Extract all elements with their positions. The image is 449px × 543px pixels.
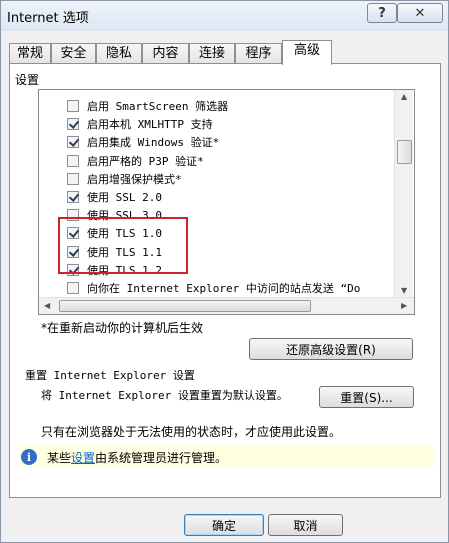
setting-label: 启用集成 Windows 验证*: [87, 136, 220, 150]
tab-privacy[interactable]: 隐私: [96, 43, 142, 64]
setting-checkbox[interactable]: [67, 118, 79, 131]
settings-list-item[interactable]: 使用 TLS 1.0: [67, 224, 162, 242]
help-button[interactable]: ?: [367, 3, 397, 23]
managed-suffix: 由系统管理员进行管理。: [95, 450, 228, 465]
settings-vertical-scrollbar[interactable]: ▲ ▼: [394, 90, 413, 300]
setting-label: 使用 SSL 2.0: [87, 191, 162, 204]
reset-section-title: 重置 Internet Explorer 设置: [25, 369, 195, 382]
managed-settings-infobar: i 某些 设置 由系统管理员进行管理。: [19, 446, 434, 468]
setting-checkbox[interactable]: [67, 227, 79, 240]
settings-list-item[interactable]: 使用 TLS 1.1: [67, 243, 162, 261]
settings-list-item[interactable]: 启用严格的 P3P 验证*: [67, 152, 204, 170]
settings-group-label: 设置: [15, 73, 40, 87]
settings-list-item[interactable]: 启用集成 Windows 验证*: [67, 133, 219, 151]
internet-options-dialog: Internet 选项 ? ✕ 常规 安全 隐私 内容 连接 程序 高级 设置 …: [0, 0, 449, 543]
setting-label: 启用 SmartScreen 筛选器: [87, 100, 229, 113]
setting-label: 使用 TLS 1.1: [87, 245, 162, 259]
close-button[interactable]: ✕: [397, 3, 443, 23]
setting-label: 启用严格的 P3P 验证*: [87, 154, 204, 168]
cancel-button[interactable]: 取消: [268, 514, 343, 536]
setting-label: 启用本机 XMLHTTP 支持: [87, 118, 213, 132]
tab-general[interactable]: 常规: [9, 43, 51, 64]
ok-button[interactable]: 确定: [184, 514, 264, 536]
help-icon: ?: [378, 5, 386, 21]
settings-list[interactable]: 启用 SmartScreen 筛选器 启用本机 XMLHTTP 支持 启用集成 Wi…: [38, 89, 415, 315]
tab-programs[interactable]: 程序: [235, 43, 282, 64]
setting-label: 使用 TLS 1.0: [87, 227, 162, 241]
vertical-scroll-thumb[interactable]: [397, 140, 412, 164]
setting-checkbox[interactable]: [67, 209, 79, 222]
settings-list-item[interactable]: 使用 SSL 3.0: [67, 206, 162, 224]
setting-label: 启用增强保护模式*: [87, 172, 182, 186]
settings-list-item[interactable]: 向你在 Internet Explorer 中访问的站点发送 “Do: [67, 279, 360, 297]
restore-advanced-settings-button[interactable]: 还原高级设置(R): [249, 338, 413, 360]
settings-list-item[interactable]: 使用 SSL 2.0: [67, 188, 162, 206]
tab-security[interactable]: 安全: [51, 43, 96, 64]
setting-checkbox[interactable]: [67, 136, 79, 149]
settings-list-item[interactable]: 使用 TLS 1.2: [67, 261, 162, 279]
setting-checkbox[interactable]: [67, 100, 79, 112]
reset-button[interactable]: 重置(S)...: [319, 386, 414, 408]
close-icon: ✕: [414, 5, 426, 21]
setting-label: 向你在 Internet Explorer 中访问的站点发送 “Do: [87, 282, 361, 295]
settings-list-item[interactable]: 启用 SmartScreen 筛选器: [67, 97, 228, 115]
restart-note: *在重新启动你的计算机后生效: [41, 321, 204, 335]
tab-content[interactable]: 内容: [142, 43, 189, 64]
title-bar[interactable]: Internet 选项 ? ✕: [1, 1, 448, 31]
info-icon: i: [21, 449, 37, 465]
scroll-down-icon[interactable]: ▼: [401, 286, 407, 295]
setting-checkbox[interactable]: [67, 282, 79, 294]
reset-hint: 只有在浏览器处于无法使用的状态时，才应使用此设置。: [41, 425, 342, 439]
setting-checkbox[interactable]: [67, 154, 79, 167]
scroll-up-icon[interactable]: ▲: [401, 92, 407, 101]
scroll-left-icon[interactable]: ◀: [44, 301, 50, 310]
setting-label: 使用 SSL 3.0: [87, 209, 162, 223]
settings-list-item[interactable]: 启用增强保护模式*: [67, 170, 182, 188]
setting-checkbox[interactable]: [67, 172, 79, 185]
tab-strip: 常规 安全 隐私 内容 连接 程序 高级: [9, 40, 449, 65]
settings-horizontal-scrollbar[interactable]: ◀ ▶: [39, 297, 414, 314]
setting-checkbox[interactable]: [67, 191, 79, 203]
setting-label: 使用 TLS 1.2: [87, 263, 162, 277]
horizontal-scroll-thumb[interactable]: [59, 300, 311, 312]
settings-list-item[interactable]: 启用本机 XMLHTTP 支持: [67, 115, 213, 133]
scroll-right-icon[interactable]: ▶: [401, 301, 407, 310]
managed-prefix: 某些: [47, 450, 72, 465]
setting-checkbox[interactable]: [67, 245, 79, 258]
window-title: Internet 选项: [7, 11, 89, 26]
tab-advanced[interactable]: 高级: [282, 40, 332, 65]
managed-settings-link[interactable]: 设置: [71, 449, 95, 466]
setting-checkbox[interactable]: [67, 263, 79, 276]
reset-description: 将 Internet Explorer 设置重置为默认设置。: [41, 389, 288, 402]
tab-connections[interactable]: 连接: [189, 43, 235, 64]
